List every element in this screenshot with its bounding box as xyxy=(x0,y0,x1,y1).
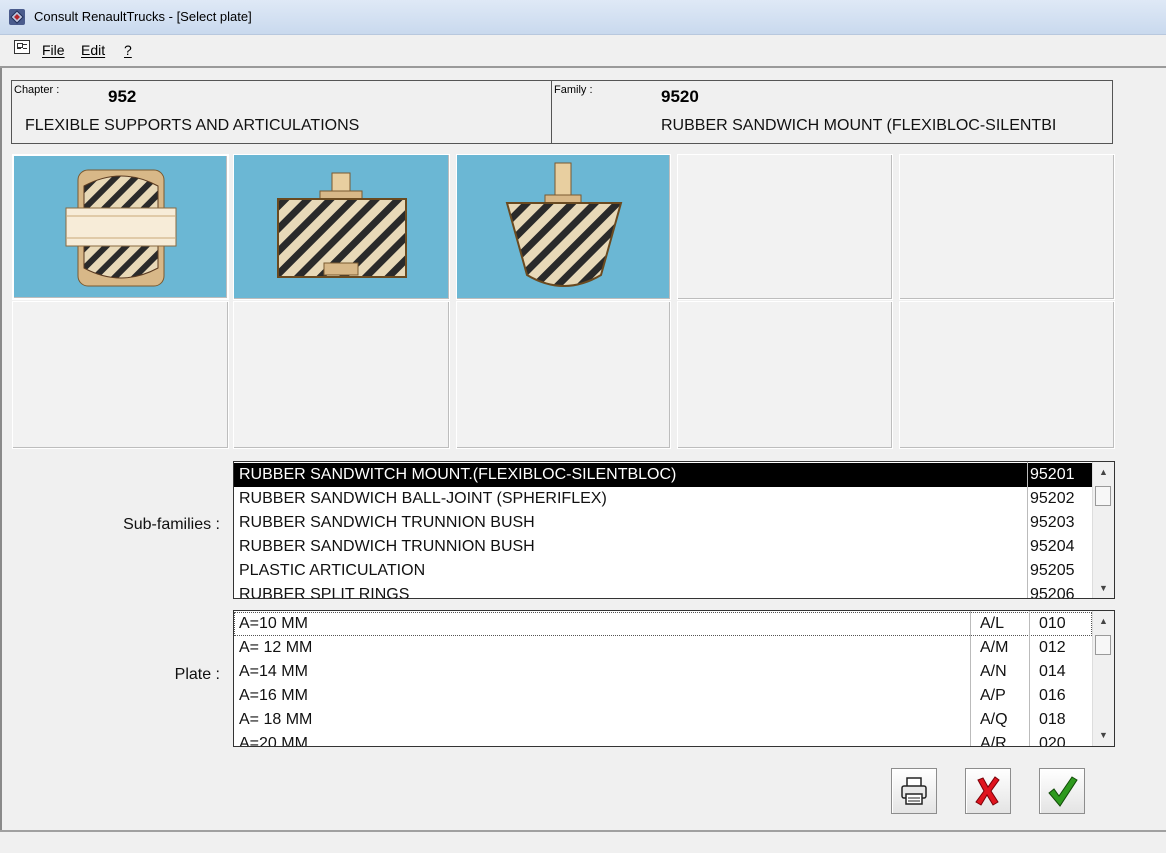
scroll-thumb[interactable] xyxy=(1095,486,1111,506)
thumbnail-6 xyxy=(12,301,229,449)
list-item[interactable]: RUBBER SANDWICH TRUNNION BUSH 95203 xyxy=(234,511,1092,535)
plate-code: 020 xyxy=(1039,735,1066,747)
subfamily-code: 95206 xyxy=(1030,586,1075,599)
rubber-block-mount-icon xyxy=(277,172,407,278)
menu-edit[interactable]: Edit xyxy=(81,42,105,58)
plate-scrollbar[interactable]: ▲ ▼ xyxy=(1092,611,1114,746)
family-label: Family : xyxy=(554,84,593,96)
plate-code: 012 xyxy=(1039,639,1066,656)
plate-name: A=14 MM xyxy=(239,663,308,680)
subfamilies-list[interactable]: RUBBER SANDWITCH MOUNT.(FLEXIBLOC-SILENT… xyxy=(233,461,1115,599)
plate-name: A= 12 MM xyxy=(239,639,313,656)
menu-help[interactable]: ? xyxy=(124,42,132,58)
cancel-button[interactable] xyxy=(965,768,1011,814)
menu-bar xyxy=(0,35,1166,65)
list-item[interactable]: A= 12 MM A/M 012 xyxy=(234,636,1092,660)
subfamily-name: RUBBER SANDWICH TRUNNION BUSH xyxy=(239,514,535,531)
chapter-number: 952 xyxy=(108,87,137,106)
list-item[interactable]: RUBBER SPLIT RINGS 95206 xyxy=(234,583,1092,599)
list-item[interactable]: A=10 MM A/L 010 xyxy=(234,612,1092,636)
menu-file[interactable]: File xyxy=(42,42,65,58)
conical-mount-icon xyxy=(505,162,623,287)
thumbnail-9 xyxy=(677,301,893,449)
plate-label: Plate : xyxy=(174,666,220,683)
menu-file-label: File xyxy=(42,42,65,58)
list-item[interactable]: A=14 MM A/N 014 xyxy=(234,660,1092,684)
plate-code: 018 xyxy=(1039,711,1066,728)
subfamily-code: 95202 xyxy=(1030,490,1075,507)
scroll-down-icon[interactable]: ▼ xyxy=(1093,580,1114,596)
subfamily-code: 95204 xyxy=(1030,538,1075,555)
plate-code: 010 xyxy=(1039,615,1066,632)
subfamily-code: 95201 xyxy=(1030,466,1075,483)
plate-ref: A/L xyxy=(980,615,1005,632)
column-divider xyxy=(970,611,971,746)
plate-code: 014 xyxy=(1039,663,1066,680)
scroll-up-icon[interactable]: ▲ xyxy=(1093,464,1114,480)
scroll-up-icon[interactable]: ▲ xyxy=(1093,613,1114,629)
print-button[interactable] xyxy=(891,768,937,814)
subfamily-name: RUBBER SANDWICH TRUNNION BUSH xyxy=(239,538,535,555)
app-logo-icon xyxy=(9,9,25,25)
plate-ref: A/M xyxy=(980,639,1009,656)
red-x-icon xyxy=(975,776,1000,806)
bushing-icon xyxy=(65,169,177,287)
header-divider xyxy=(551,80,552,144)
subfamily-code: 95205 xyxy=(1030,562,1075,579)
list-item[interactable]: RUBBER SANDWITCH MOUNT.(FLEXIBLOC-SILENT… xyxy=(234,463,1092,487)
menu-help-label: ? xyxy=(124,42,132,58)
thumbnail-3[interactable] xyxy=(456,154,671,300)
thumbnail-2[interactable] xyxy=(233,154,450,300)
list-item[interactable]: RUBBER SANDWICH BALL-JOINT (SPHERIFLEX) 9… xyxy=(234,487,1092,511)
frame-left-border xyxy=(0,68,2,832)
plate-ref: A/Q xyxy=(980,711,1008,728)
status-bar xyxy=(0,832,1166,853)
subfamilies-scrollbar[interactable]: ▲ ▼ xyxy=(1092,462,1114,598)
thumbnail-1[interactable] xyxy=(12,154,229,300)
thumbnail-7 xyxy=(233,301,450,449)
subfamily-code: 95203 xyxy=(1030,514,1075,531)
thumbnail-4 xyxy=(677,154,893,300)
ok-button[interactable] xyxy=(1039,768,1085,814)
subfamilies-label: Sub-families : xyxy=(123,516,220,533)
plate-list[interactable]: A=10 MM A/L 010 A= 12 MM A/M 012 A=14 MM A/N 0… xyxy=(233,610,1115,747)
thumbnail-10 xyxy=(899,301,1115,449)
subfamily-name: RUBBER SANDWITCH MOUNT.(FLEXIBLOC-SILENT… xyxy=(239,466,677,483)
plate-ref: A/N xyxy=(980,663,1007,680)
list-item[interactable]: A=20 MM A/R 020 xyxy=(234,732,1092,747)
subfamily-name: RUBBER SANDWICH BALL-JOINT (SPHERIFLEX) xyxy=(239,490,607,507)
scroll-down-icon[interactable]: ▼ xyxy=(1093,727,1114,743)
window-title: Consult RenaultTrucks - [Select plate] xyxy=(34,9,252,24)
plate-name: A=20 MM xyxy=(239,735,308,747)
plate-name: A=16 MM xyxy=(239,687,308,704)
plate-ref: A/P xyxy=(980,687,1006,704)
menu-divider xyxy=(0,66,1166,68)
list-item[interactable]: RUBBER SANDWICH TRUNNION BUSH 95204 xyxy=(234,535,1092,559)
chapter-name: FLEXIBLE SUPPORTS AND ARTICULATIONS xyxy=(25,117,360,134)
thumbnail-5 xyxy=(899,154,1115,300)
list-item[interactable]: A= 18 MM A/Q 018 xyxy=(234,708,1092,732)
column-divider xyxy=(1027,462,1028,598)
family-number: 9520 xyxy=(661,87,699,106)
plate-name: A= 18 MM xyxy=(239,711,313,728)
subfamily-name: RUBBER SPLIT RINGS xyxy=(239,586,410,599)
printer-icon xyxy=(901,777,927,805)
thumbnail-8 xyxy=(456,301,671,449)
menu-edit-label: Edit xyxy=(81,42,106,58)
plate-name: A=10 MM xyxy=(239,615,308,632)
plate-code: 016 xyxy=(1039,687,1066,704)
system-menu-icon[interactable] xyxy=(14,40,30,54)
scroll-thumb[interactable] xyxy=(1095,635,1111,655)
list-item[interactable]: A=16 MM A/P 016 xyxy=(234,684,1092,708)
subfamily-name: PLASTIC ARTICULATION xyxy=(239,562,426,579)
plate-ref: A/R xyxy=(980,735,1007,747)
family-name: RUBBER SANDWICH MOUNT (FLEXIBLOC-SILENTB… xyxy=(661,117,1057,134)
green-check-icon xyxy=(1048,776,1078,807)
column-divider xyxy=(1029,611,1030,746)
chapter-label: Chapter : xyxy=(14,84,60,96)
list-item[interactable]: PLASTIC ARTICULATION 95205 xyxy=(234,559,1092,583)
